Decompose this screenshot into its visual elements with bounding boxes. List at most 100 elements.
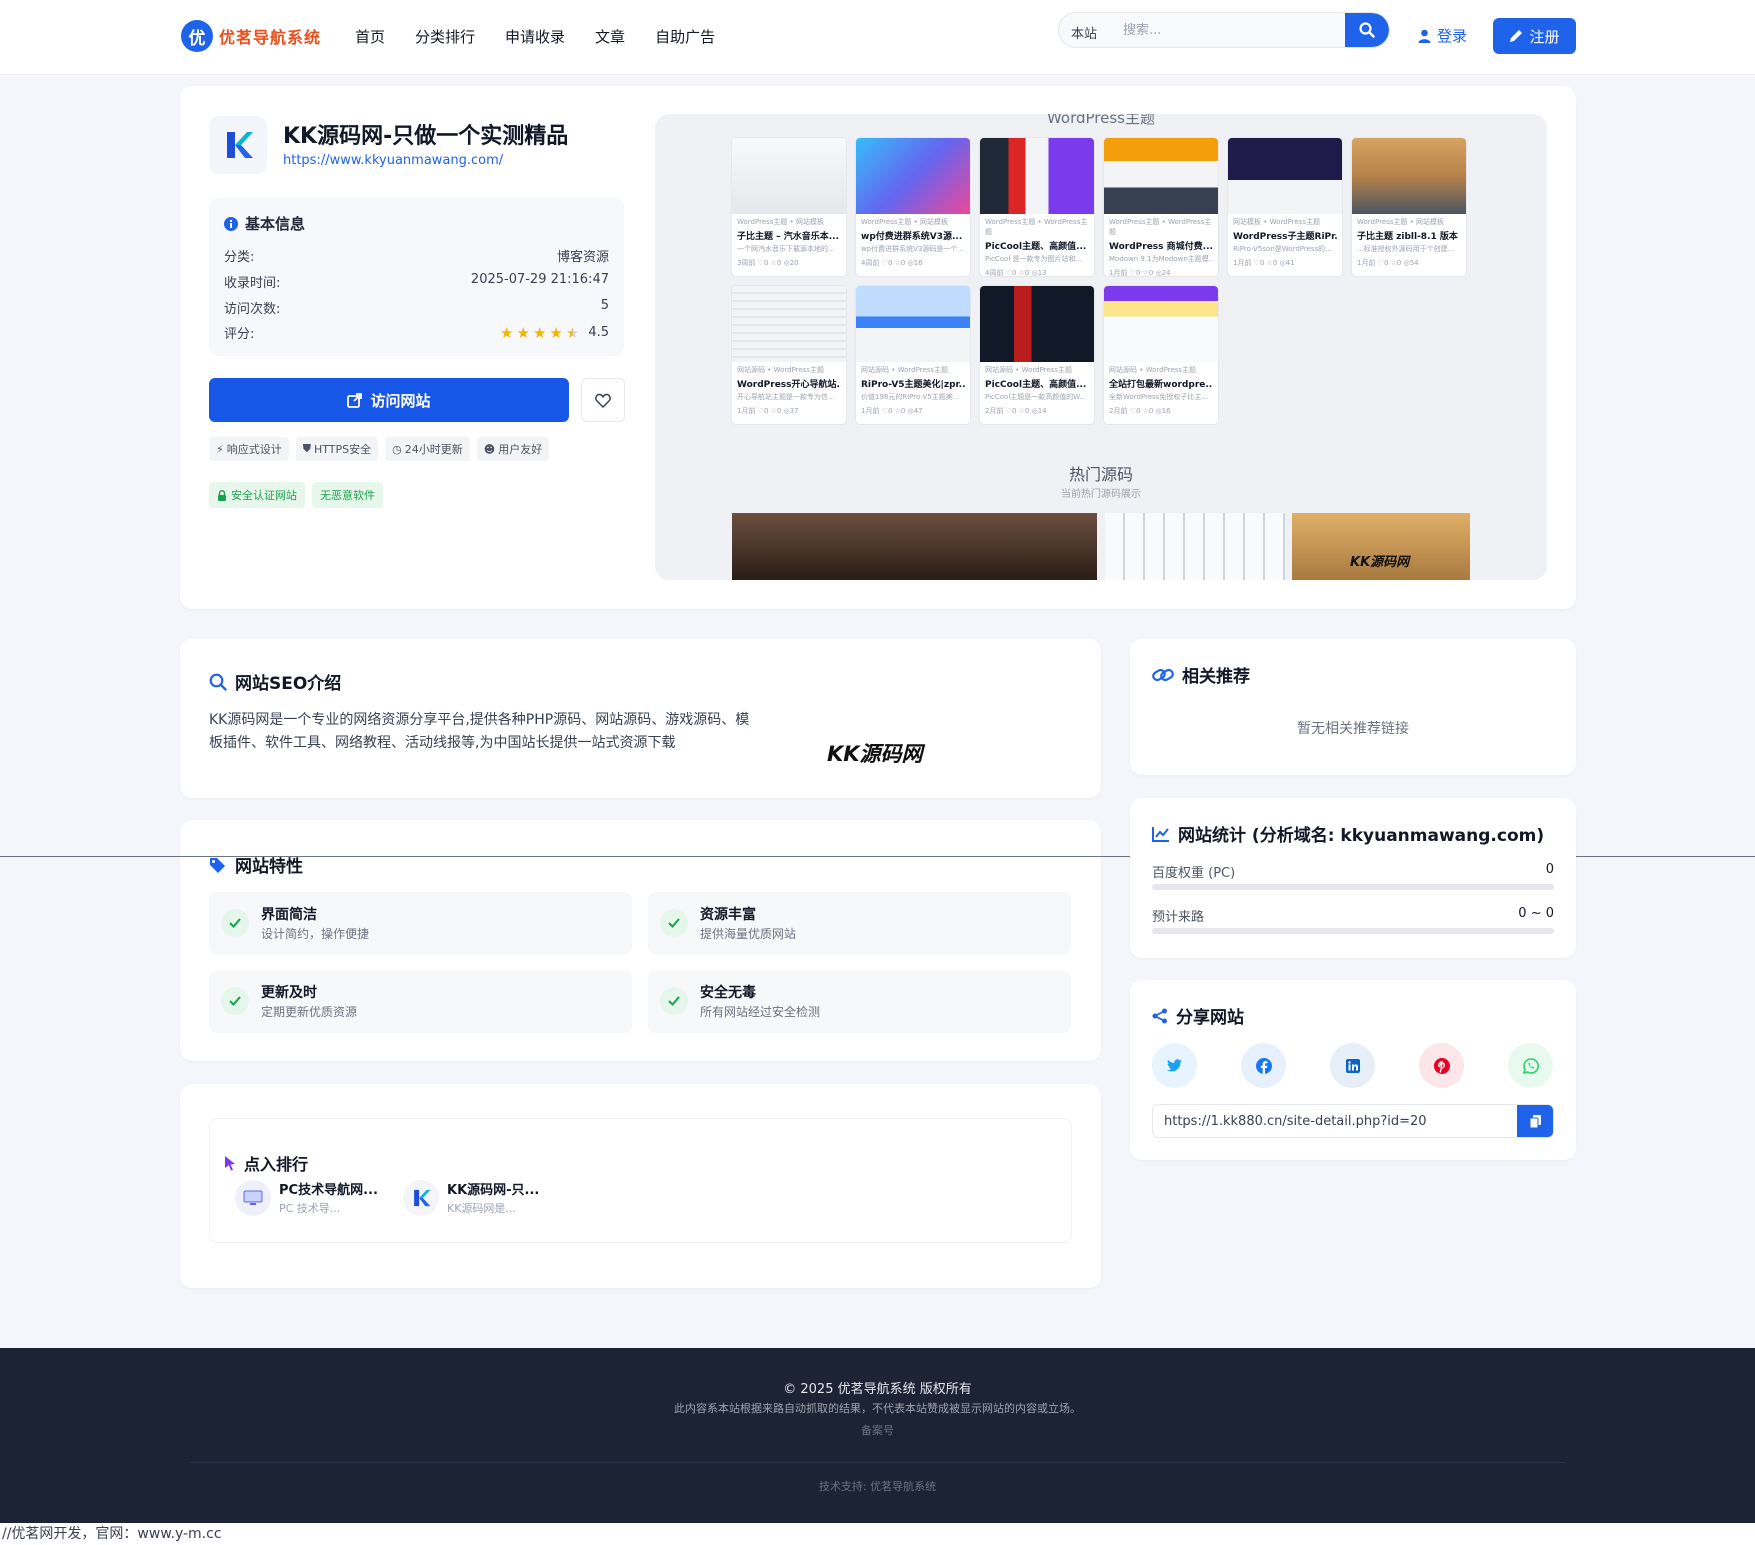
copy-url-button[interactable] [1517,1105,1553,1137]
card-title: 子比主题 – 汽水音乐本... [737,232,840,242]
share-whatsapp-button[interactable] [1508,1043,1553,1088]
login-link[interactable]: 登录 [1418,25,1467,46]
monitor-icon [235,1179,271,1216]
main-nav: 首页 分类排行 申请收录 文章 自助广告 [355,26,715,47]
check-icon [660,987,688,1015]
nav-category-rank[interactable]: 分类排行 [415,26,475,47]
star-icon: ★ [532,323,547,342]
rating-value: 4.5 [588,325,609,340]
stat-label: 预计来路 [1152,910,1205,925]
card-title: wp付费进群系统V3源... [861,232,963,242]
info-row-rating: 评分: ★ ★ ★ ★ ★ 4.5 [224,323,609,343]
card-desc: ...标准授权外源码用于个创建... [1357,245,1455,253]
site-footer: © 2025 优茗导航系统 版权所有 此内容系本站根据来路自动抓取的结果，不代表… [0,1348,1755,1523]
info-icon [224,216,238,231]
top-header: 优 优茗导航系统 首页 分类排行 申请收录 文章 自助广告 本站 登录 注册 [0,0,1755,75]
card-stat: 2月前 ♡0 ☆0 ◎14 [985,407,1047,415]
share-heading: 分享网站 [1152,1003,1244,1028]
card-desc: 价值198元的RiPro-V5主题美... [861,393,960,401]
info-value: 2025-07-29 21:16:47 [470,272,609,287]
nav-apply[interactable]: 申请收录 [505,26,565,47]
feature-desc: 提供海量优质网站 [700,927,797,941]
linkedin-icon [1345,1058,1360,1073]
nav-home[interactable]: 首页 [355,26,385,47]
chart-line-icon [1152,826,1169,842]
tag-label: 24小时更新 [404,443,463,456]
heart-icon [595,393,611,408]
card-category: WordPress主题 • 网站模板 [1357,218,1444,226]
shield-icon: ⛊ [302,442,311,455]
search-bar: 本站 [1058,12,1390,48]
visit-label: 访问网站 [370,391,431,410]
link-icon [1152,668,1174,681]
ranking-item-desc: PC 技术导... [279,1202,341,1215]
ranking-panel: 点入排行 PC技术导航网... PC 技术导... KK源码网-只... KK源… [209,1118,1072,1243]
share-linkedin-button[interactable] [1330,1043,1375,1088]
register-label: 注册 [1529,27,1560,46]
card-stat: 1月前 ♡0 ☆0 ◎24 [1109,269,1171,276]
star-icon: ★ [549,323,563,342]
card-category: WordPress主题 • 网站模板 [737,218,824,226]
star-icon: ★ [500,323,514,342]
hot-banner-brand: KK源码网 [1350,555,1410,570]
visit-site-button[interactable]: 访问网站 [209,378,569,422]
preview-section-title: WordPress主题 [1046,114,1156,127]
search-scope[interactable]: 本站 [1071,23,1097,42]
share-facebook-button[interactable] [1241,1043,1286,1088]
kk-logo-icon [403,1179,439,1216]
feature-item: 资源丰富 提供海量优质网站 [648,892,1071,955]
twitter-icon [1167,1059,1182,1072]
ranking-item[interactable]: PC技术导航网... PC 技术导... [235,1179,378,1216]
logo-text: 优茗导航系统 [219,28,322,47]
login-label: 登录 [1437,27,1468,45]
stats-heading: 网站统计 (分析域名: kkyuanmawang.com) [1152,821,1544,846]
site-url-link[interactable]: https://www.kkyuanmawang.com/ [283,153,503,168]
favorite-button[interactable] [581,378,625,422]
register-button[interactable]: 注册 [1493,18,1576,54]
card-desc: Modown 9.1为Modown主题模... [1109,255,1213,263]
seo-title: 网站SEO介绍 [235,674,342,694]
tag-label: HTTPS安全 [313,443,372,456]
badge-verified: 安全认证网站 [209,482,305,508]
hot-source-subtitle: 当前热门源码展示 [1061,489,1141,500]
preview-card: 网站源码 • WordPress主题 PicCool主题、高颜值... PicCoo… [980,286,1094,424]
card-stat: 2月前 ♡0 ☆0 ◎16 [1109,407,1171,415]
feature-desc: 定期更新优质资源 [261,1005,358,1019]
footer-copyright: © 2025 优茗导航系统 版权所有 [783,1382,972,1397]
info-label: 分类: [224,250,255,265]
share-twitter-button[interactable] [1152,1043,1197,1088]
card-title: 全站打包最新wordpre... [1109,380,1213,390]
tag-https: ⛊ HTTPS安全 [295,437,379,461]
external-link-icon [347,392,363,408]
feature-item: 界面简洁 设计简约，操作便捷 [209,892,632,955]
basic-info-box: 基本信息 分类: 博客资源 收录时间: 2025-07-29 21:16:47 … [209,198,624,356]
footer-beian-link[interactable]: 备案号 [0,1422,1755,1438]
card-stat: 1月前 ♡0 ☆0 ◎54 [1357,259,1419,267]
card-title: 子比主题 zibll-8.1 版本 [1357,232,1458,242]
card-desc: wp付费进群系统V3源码是一个... [861,245,965,253]
search-button[interactable] [1345,13,1389,47]
pencil-icon [1510,30,1523,42]
share-buttons [1152,1043,1553,1088]
search-input[interactable] [1117,13,1322,47]
card-category: 网站源码 • WordPress主题 [1109,366,1196,374]
nav-articles[interactable]: 文章 [595,26,625,47]
card-category: WordPress主题 • WordPress主题 [1109,218,1212,236]
ranking-item[interactable]: KK源码网-只... KK源码网是... [403,1179,539,1216]
card-category: 网站源码 • WordPress主题 [861,366,948,374]
card-desc: PicCool主题是一款高颜值的W... [985,393,1087,401]
ranking-heading: 点入排行 [224,1151,308,1175]
preview-card: 网站源码 • WordPress主题 WordPress开心导航站... 开心导航站… [732,286,846,424]
nav-ads[interactable]: 自助广告 [655,26,715,47]
share-url-input[interactable] [1153,1105,1518,1137]
stat-value: 0 ~ 0 [1518,906,1554,921]
tag-responsive: ⚡ 响应式设计 [209,437,289,461]
stat-row-baidu: 百度权重 (PC) 0 [1152,862,1554,881]
share-pinterest-button[interactable] [1419,1043,1464,1088]
card-title: RiPro-V5主题美化|zpr... [861,380,965,390]
site-logo[interactable]: 优 优茗导航系统 [181,20,321,52]
card-desc: RiPro-V5son是WordPress的... [1233,245,1332,253]
search-icon [209,673,227,691]
tags-icon [210,857,225,873]
card-category: WordPress主题 • 网站模板 [861,218,948,226]
